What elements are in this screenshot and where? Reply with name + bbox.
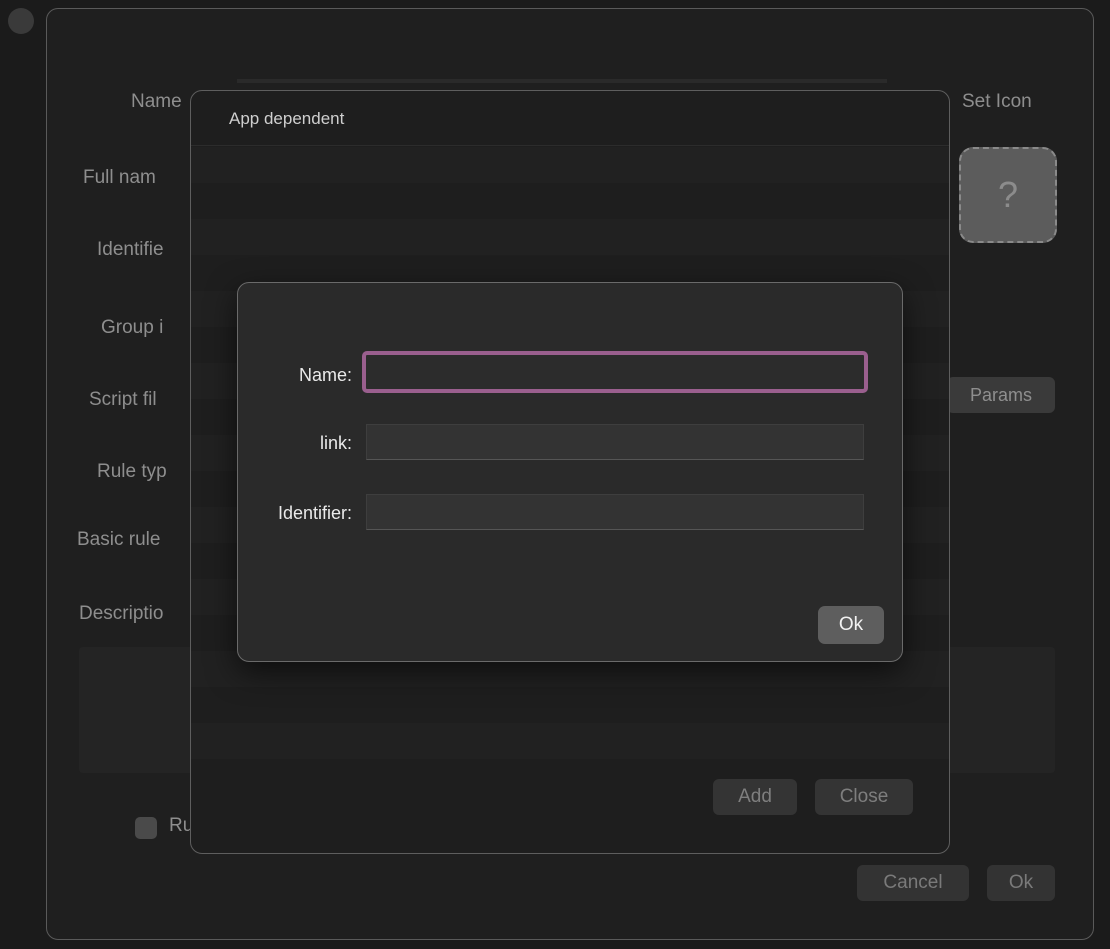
rule-checkbox[interactable] (135, 817, 157, 839)
name-label: Name (131, 91, 182, 112)
ok-button[interactable]: Ok (818, 606, 884, 644)
close-button[interactable]: Close (815, 779, 913, 815)
add-app-dialog: Name: link: Identifier: Ok (237, 282, 903, 662)
description-label: Descriptio (79, 603, 164, 624)
app-icon-well[interactable]: ? (959, 147, 1057, 243)
identifier-input[interactable] (366, 494, 864, 530)
rule-type-label: Rule typ (97, 461, 167, 482)
params-button[interactable]: Params (947, 377, 1055, 413)
link-input[interactable] (366, 424, 864, 460)
script-file-label: Script fil (89, 389, 157, 410)
sheet-divider (191, 145, 949, 146)
identifier-label: Identifier: (277, 503, 352, 523)
name-field-bg (237, 79, 887, 83)
list-row (191, 687, 949, 723)
add-button[interactable]: Add (713, 779, 797, 815)
sheet-title: App dependent (229, 109, 345, 128)
name-label: Name: (298, 365, 352, 385)
identifier-label: Identifie (97, 239, 164, 260)
back-ok-button[interactable]: Ok (987, 865, 1055, 901)
window-control-dot (8, 8, 34, 34)
full-name-label: Full nam (83, 167, 156, 188)
list-row (191, 183, 949, 219)
list-row (191, 723, 949, 759)
group-id-label: Group i (101, 317, 164, 338)
set-icon-label: Set Icon (962, 91, 1032, 112)
name-input[interactable] (362, 351, 868, 393)
link-label: link: (319, 433, 352, 453)
basic-rule-label: Basic rule (77, 529, 161, 550)
question-icon: ? (997, 174, 1019, 215)
cancel-button[interactable]: Cancel (857, 865, 969, 901)
list-row (191, 219, 949, 255)
list-row (191, 147, 949, 183)
